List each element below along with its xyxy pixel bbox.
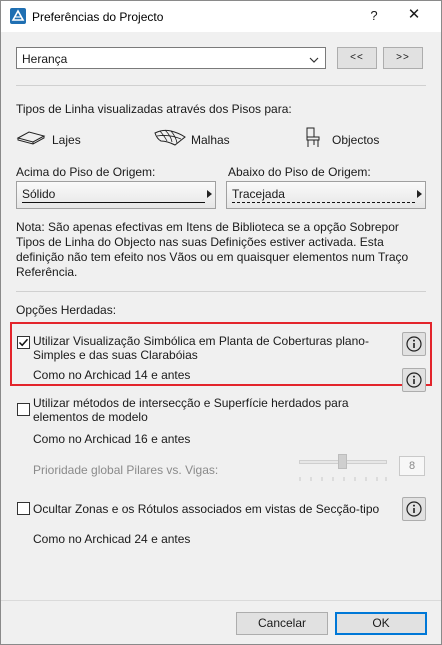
- dialog-content: Herança << >> Tipos de Linha visualizada…: [1, 32, 441, 600]
- above-linetype-value: Sólido: [22, 187, 56, 201]
- priority-slider-thumb[interactable]: [338, 454, 347, 469]
- info-icon: [406, 336, 422, 352]
- divider: [16, 85, 426, 86]
- solid-line-preview: [22, 202, 205, 203]
- slab-icon: [16, 128, 46, 149]
- close-button[interactable]: ✕: [405, 6, 423, 24]
- info-icon: [406, 501, 422, 517]
- divider: [16, 291, 426, 292]
- dialog-footer: Cancelar OK: [1, 600, 441, 644]
- priority-value-field[interactable]: 8: [399, 456, 425, 476]
- preset-dropdown[interactable]: Herança: [16, 47, 326, 69]
- symbolic-roof-checkbox[interactable]: [17, 336, 30, 349]
- help-button[interactable]: ?: [365, 7, 383, 25]
- mesh-icon: [153, 127, 187, 150]
- hide-zones-sub: Como no Archicad 24 e antes: [33, 532, 191, 546]
- hide-zones-checkbox[interactable]: [17, 502, 30, 515]
- legacy-intersection-checkbox[interactable]: [17, 403, 30, 416]
- popup-arrow-icon: [417, 190, 422, 198]
- column-beam-priority-label: Prioridade global Pilares vs. Vigas:: [33, 463, 219, 477]
- above-home-story-label: Acima do Piso de Origem:: [16, 165, 156, 179]
- previous-preset-button[interactable]: <<: [337, 47, 377, 69]
- window-title: Preferências do Projecto: [32, 10, 164, 24]
- hide-zones-label: Ocultar Zonas e os Rótulos associados em…: [33, 502, 380, 516]
- symbolic-roof-label: Utilizar Visualização Simbólica em Plant…: [33, 334, 369, 362]
- above-linetype-popup[interactable]: Sólido: [16, 181, 216, 209]
- note-text: Nota: São apenas efectivas em Itens de B…: [16, 220, 409, 279]
- info-button[interactable]: [402, 497, 426, 521]
- info-button[interactable]: [402, 368, 426, 392]
- popup-arrow-icon: [207, 190, 212, 198]
- info-icon: [406, 372, 422, 388]
- objects-label: Objectos: [332, 133, 380, 147]
- below-home-story-label: Abaixo do Piso de Origem:: [228, 165, 371, 179]
- symbolic-roof-sub: Como no Archicad 14 e antes: [33, 368, 191, 382]
- inherited-options-heading: Opções Herdadas:: [16, 303, 117, 317]
- below-linetype-value: Tracejada: [232, 187, 285, 201]
- title-bar: Preferências do Projecto ? ✕: [1, 1, 441, 32]
- checkmark-icon: [18, 338, 29, 347]
- ok-button[interactable]: OK: [335, 612, 427, 635]
- legacy-intersection-label: Utilizar métodos de intersecção e Superf…: [33, 396, 349, 424]
- archicad-app-icon: [10, 8, 26, 24]
- cancel-button[interactable]: Cancelar: [236, 612, 328, 635]
- next-preset-button[interactable]: >>: [383, 47, 423, 69]
- slabs-label: Lajes: [52, 133, 81, 147]
- dashed-line-preview: [232, 202, 415, 203]
- meshes-label: Malhas: [191, 133, 230, 147]
- chevron-down-icon: [309, 53, 319, 67]
- info-button[interactable]: [402, 332, 426, 356]
- preferences-dialog: Preferências do Projecto ? ✕ Herança << …: [0, 0, 442, 645]
- preset-dropdown-value: Herança: [22, 52, 68, 66]
- below-linetype-popup[interactable]: Tracejada: [226, 181, 426, 209]
- chair-icon: [303, 126, 323, 151]
- line-types-heading: Tipos de Linha visualizadas através dos …: [16, 102, 292, 116]
- priority-slider-ticks: [299, 470, 387, 481]
- legacy-intersection-sub: Como no Archicad 16 e antes: [33, 432, 191, 446]
